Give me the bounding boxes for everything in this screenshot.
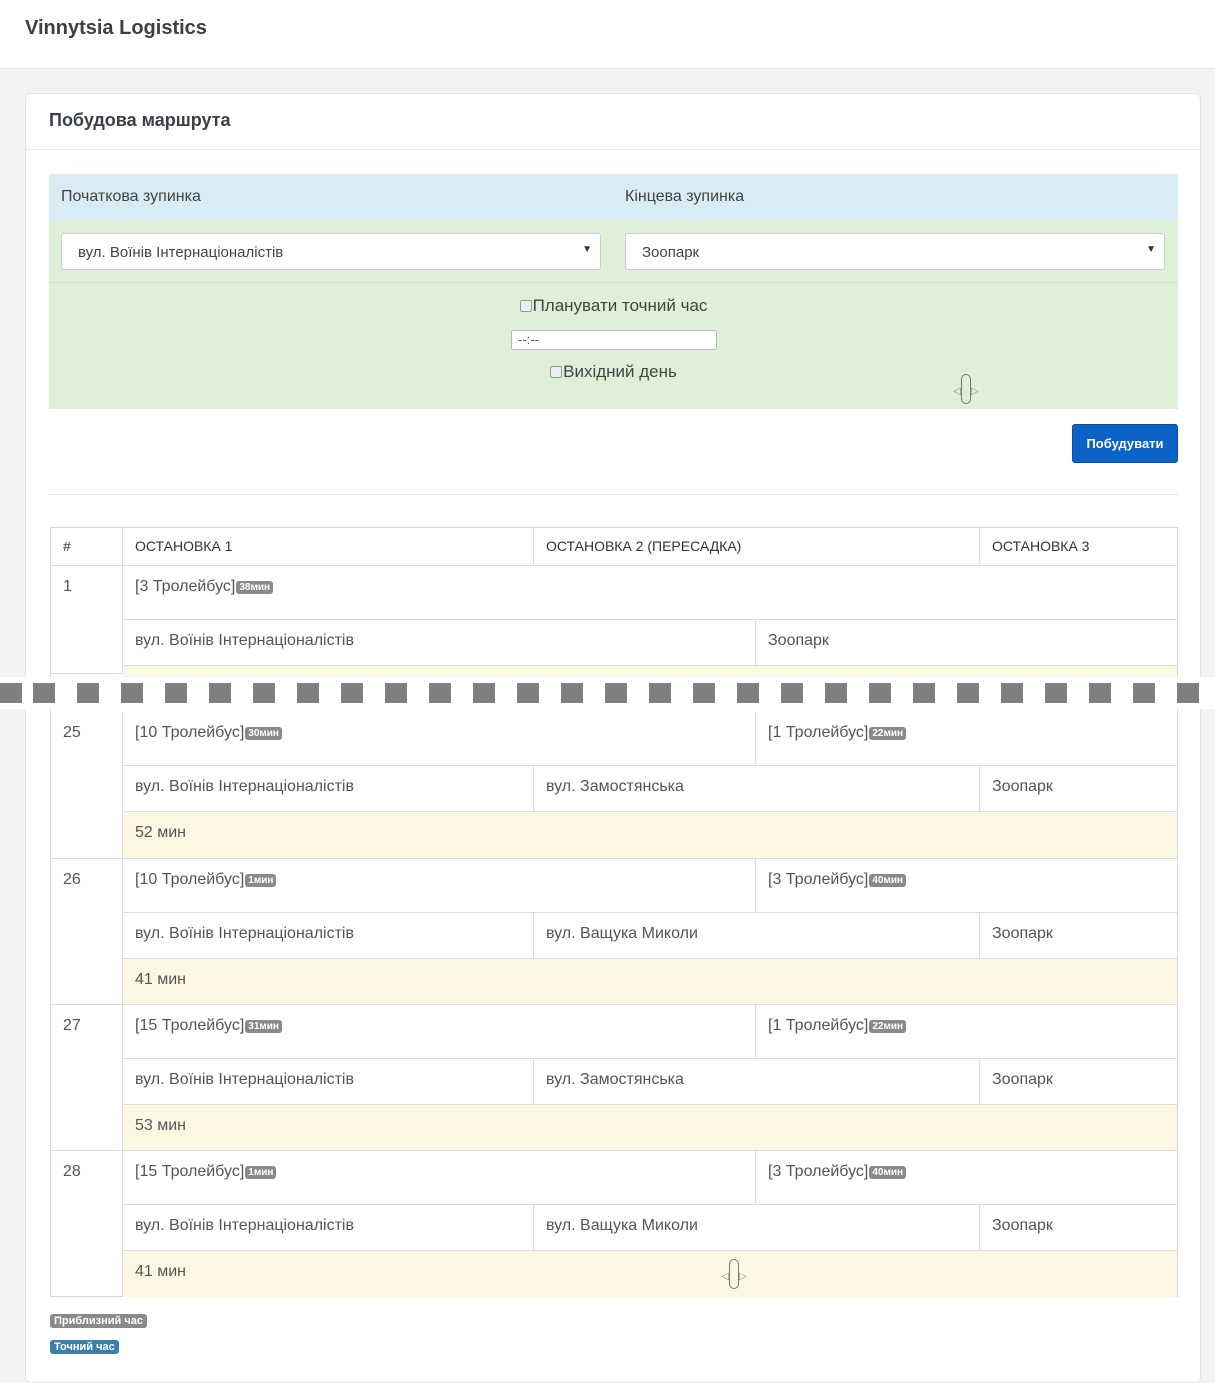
route-number: 27 [51, 1005, 123, 1151]
weekend-label: Вихідний день [563, 362, 677, 381]
plan-time-row: Планувати точний час [49, 296, 1178, 316]
route-leg: [15 Тролейбус] 31мин [123, 1005, 756, 1059]
build-route-button[interactable]: Побудувати [1072, 424, 1178, 463]
route-leg: [15 Тролейбус] 1мин [123, 1151, 756, 1205]
plan-time-label: Планувати точний час [532, 296, 708, 315]
leg-label: [3 Тролейбус] [768, 1163, 869, 1180]
weekend-checkbox[interactable] [550, 366, 563, 378]
legend-approx-time: Приблизний час [50, 1314, 147, 1328]
route-leg: [3 Тролейбус] 40мин [756, 859, 1177, 913]
route-leg: [10 Тролейбус] 1мин [123, 859, 756, 913]
route-leg: [1 Тролейбус] 22мин [756, 712, 1177, 766]
stop-cell: Зоопарк [980, 1205, 1177, 1251]
leg-label: [15 Тролейбус] [135, 1017, 245, 1034]
start-stop-label: Початкова зупинка [61, 188, 201, 205]
stop-cell: Зоопарк [980, 913, 1177, 959]
plan-time-checkbox[interactable] [519, 300, 532, 312]
stop-cell: вул. Ващука Миколи [534, 1205, 980, 1251]
time-badge: 38мин [236, 581, 274, 594]
legend-exact-time: Точний час [50, 1340, 119, 1354]
time-badge: 31мин [245, 1020, 282, 1033]
form-body: вул. Воїнів Інтернаціоналістів ▼ Зоопарк… [49, 220, 1178, 409]
time-badge: 1мин [245, 1166, 277, 1179]
stop-cell: вул. Воїнів Інтернаціоналістів [123, 1059, 534, 1105]
stop-cell: вул. Замостянська [534, 1059, 980, 1105]
stop-cell: вул. Воїнів Інтернаціоналістів [123, 620, 756, 666]
stop-cell: Зоопарк [980, 1059, 1177, 1105]
resize-handle-icon: ◁ ▷ [719, 1259, 749, 1291]
total-time-row: 41 мин [123, 1251, 1177, 1297]
stop-cell: Зоопарк [980, 766, 1177, 812]
route-number: 25 [51, 712, 123, 859]
leg-label: [3 Тролейбус] [768, 871, 869, 888]
form-header: Початкова зупинка Кінцева зупинка [49, 174, 1178, 220]
panel-divider [26, 149, 1202, 150]
start-stop-value: вул. Воїнів Інтернаціоналістів [78, 244, 284, 261]
header-stop1: ОСТАНОВКА 1 [123, 528, 534, 566]
chevron-down-icon: ▼ [1146, 244, 1156, 255]
stop-cell: вул. Воїнів Інтернаціоналістів [123, 766, 534, 812]
leg-label: [1 Тролейбус] [768, 1017, 869, 1034]
routes-table: # ОСТАНОВКА 1 ОСТАНОВКА 2 (ПЕРЕСАДКА) ОС… [50, 527, 1178, 1297]
leg-label: [10 Тролейбус] [135, 871, 245, 888]
time-badge: 22мин [869, 727, 907, 740]
time-badge: 22мин [869, 1020, 907, 1033]
route-leg: [1 Тролейбус] 22мин [756, 1005, 1177, 1059]
time-badge: 30мин [245, 727, 282, 740]
resize-handle-icon: ◁ ▷ [951, 374, 981, 406]
total-time-row: 53 мин [123, 1105, 1177, 1151]
stop-cell: вул. Воїнів Інтернаціоналістів [123, 1205, 534, 1251]
header-num: # [51, 528, 123, 566]
stop-cell: вул. Воїнів Інтернаціоналістів [123, 913, 534, 959]
time-badge: 40мин [869, 874, 907, 887]
route-leg: [10 Тролейбус] 30мин [123, 712, 756, 766]
route-panel: Побудова маршрута Початкова зупинка Кінц… [25, 93, 1202, 1383]
stop-cell: вул. Замостянська [534, 766, 980, 812]
panel-title: Побудова маршрута [49, 110, 231, 130]
leg-label: [3 Тролейбус] [135, 578, 236, 595]
route-number: 28 [51, 1151, 123, 1297]
total-time-row: 52 мин [123, 812, 1177, 859]
weekend-row: Вихідний день [49, 362, 1178, 382]
leg-label: [10 Тролейбус] [135, 724, 245, 741]
stop-cell: вул. Ващука Миколи [534, 913, 980, 959]
form-divider [49, 282, 1178, 283]
chevron-down-icon: ▼ [582, 244, 592, 255]
start-stop-select[interactable]: вул. Воїнів Інтернаціоналістів ▼ [61, 233, 601, 270]
leg-label: [1 Тролейбус] [768, 724, 869, 741]
header-stop3: ОСТАНОВКА 3 [980, 528, 1177, 566]
route-number: 1 [51, 566, 123, 674]
route-leg: [3 Тролейбус] 40мин [756, 1151, 1177, 1205]
end-stop-label: Кінцева зупинка [625, 188, 745, 205]
route-leg: [3 Тролейбус] 38мин [123, 566, 1177, 620]
header-stop2: ОСТАНОВКА 2 (ПЕРЕСАДКА) [534, 528, 980, 566]
time-badge: 40мин [869, 1166, 907, 1179]
route-number: 26 [51, 859, 123, 1005]
stop-cell: Зоопарк [756, 620, 1177, 666]
total-time-row: 41 мин [123, 959, 1177, 1005]
top-navbar: Vinnytsia Logistics [0, 0, 1215, 69]
leg-label: [15 Тролейбус] [135, 1163, 245, 1180]
time-badge: 1мин [245, 874, 277, 887]
end-stop-value: Зоопарк [642, 244, 700, 261]
time-input[interactable]: --:-- [511, 330, 717, 350]
end-stop-select[interactable]: Зоопарк ▼ [625, 233, 1165, 270]
section-divider [49, 494, 1178, 495]
screenshot-tear-marker [0, 677, 1215, 709]
app-brand[interactable]: Vinnytsia Logistics [25, 17, 207, 40]
